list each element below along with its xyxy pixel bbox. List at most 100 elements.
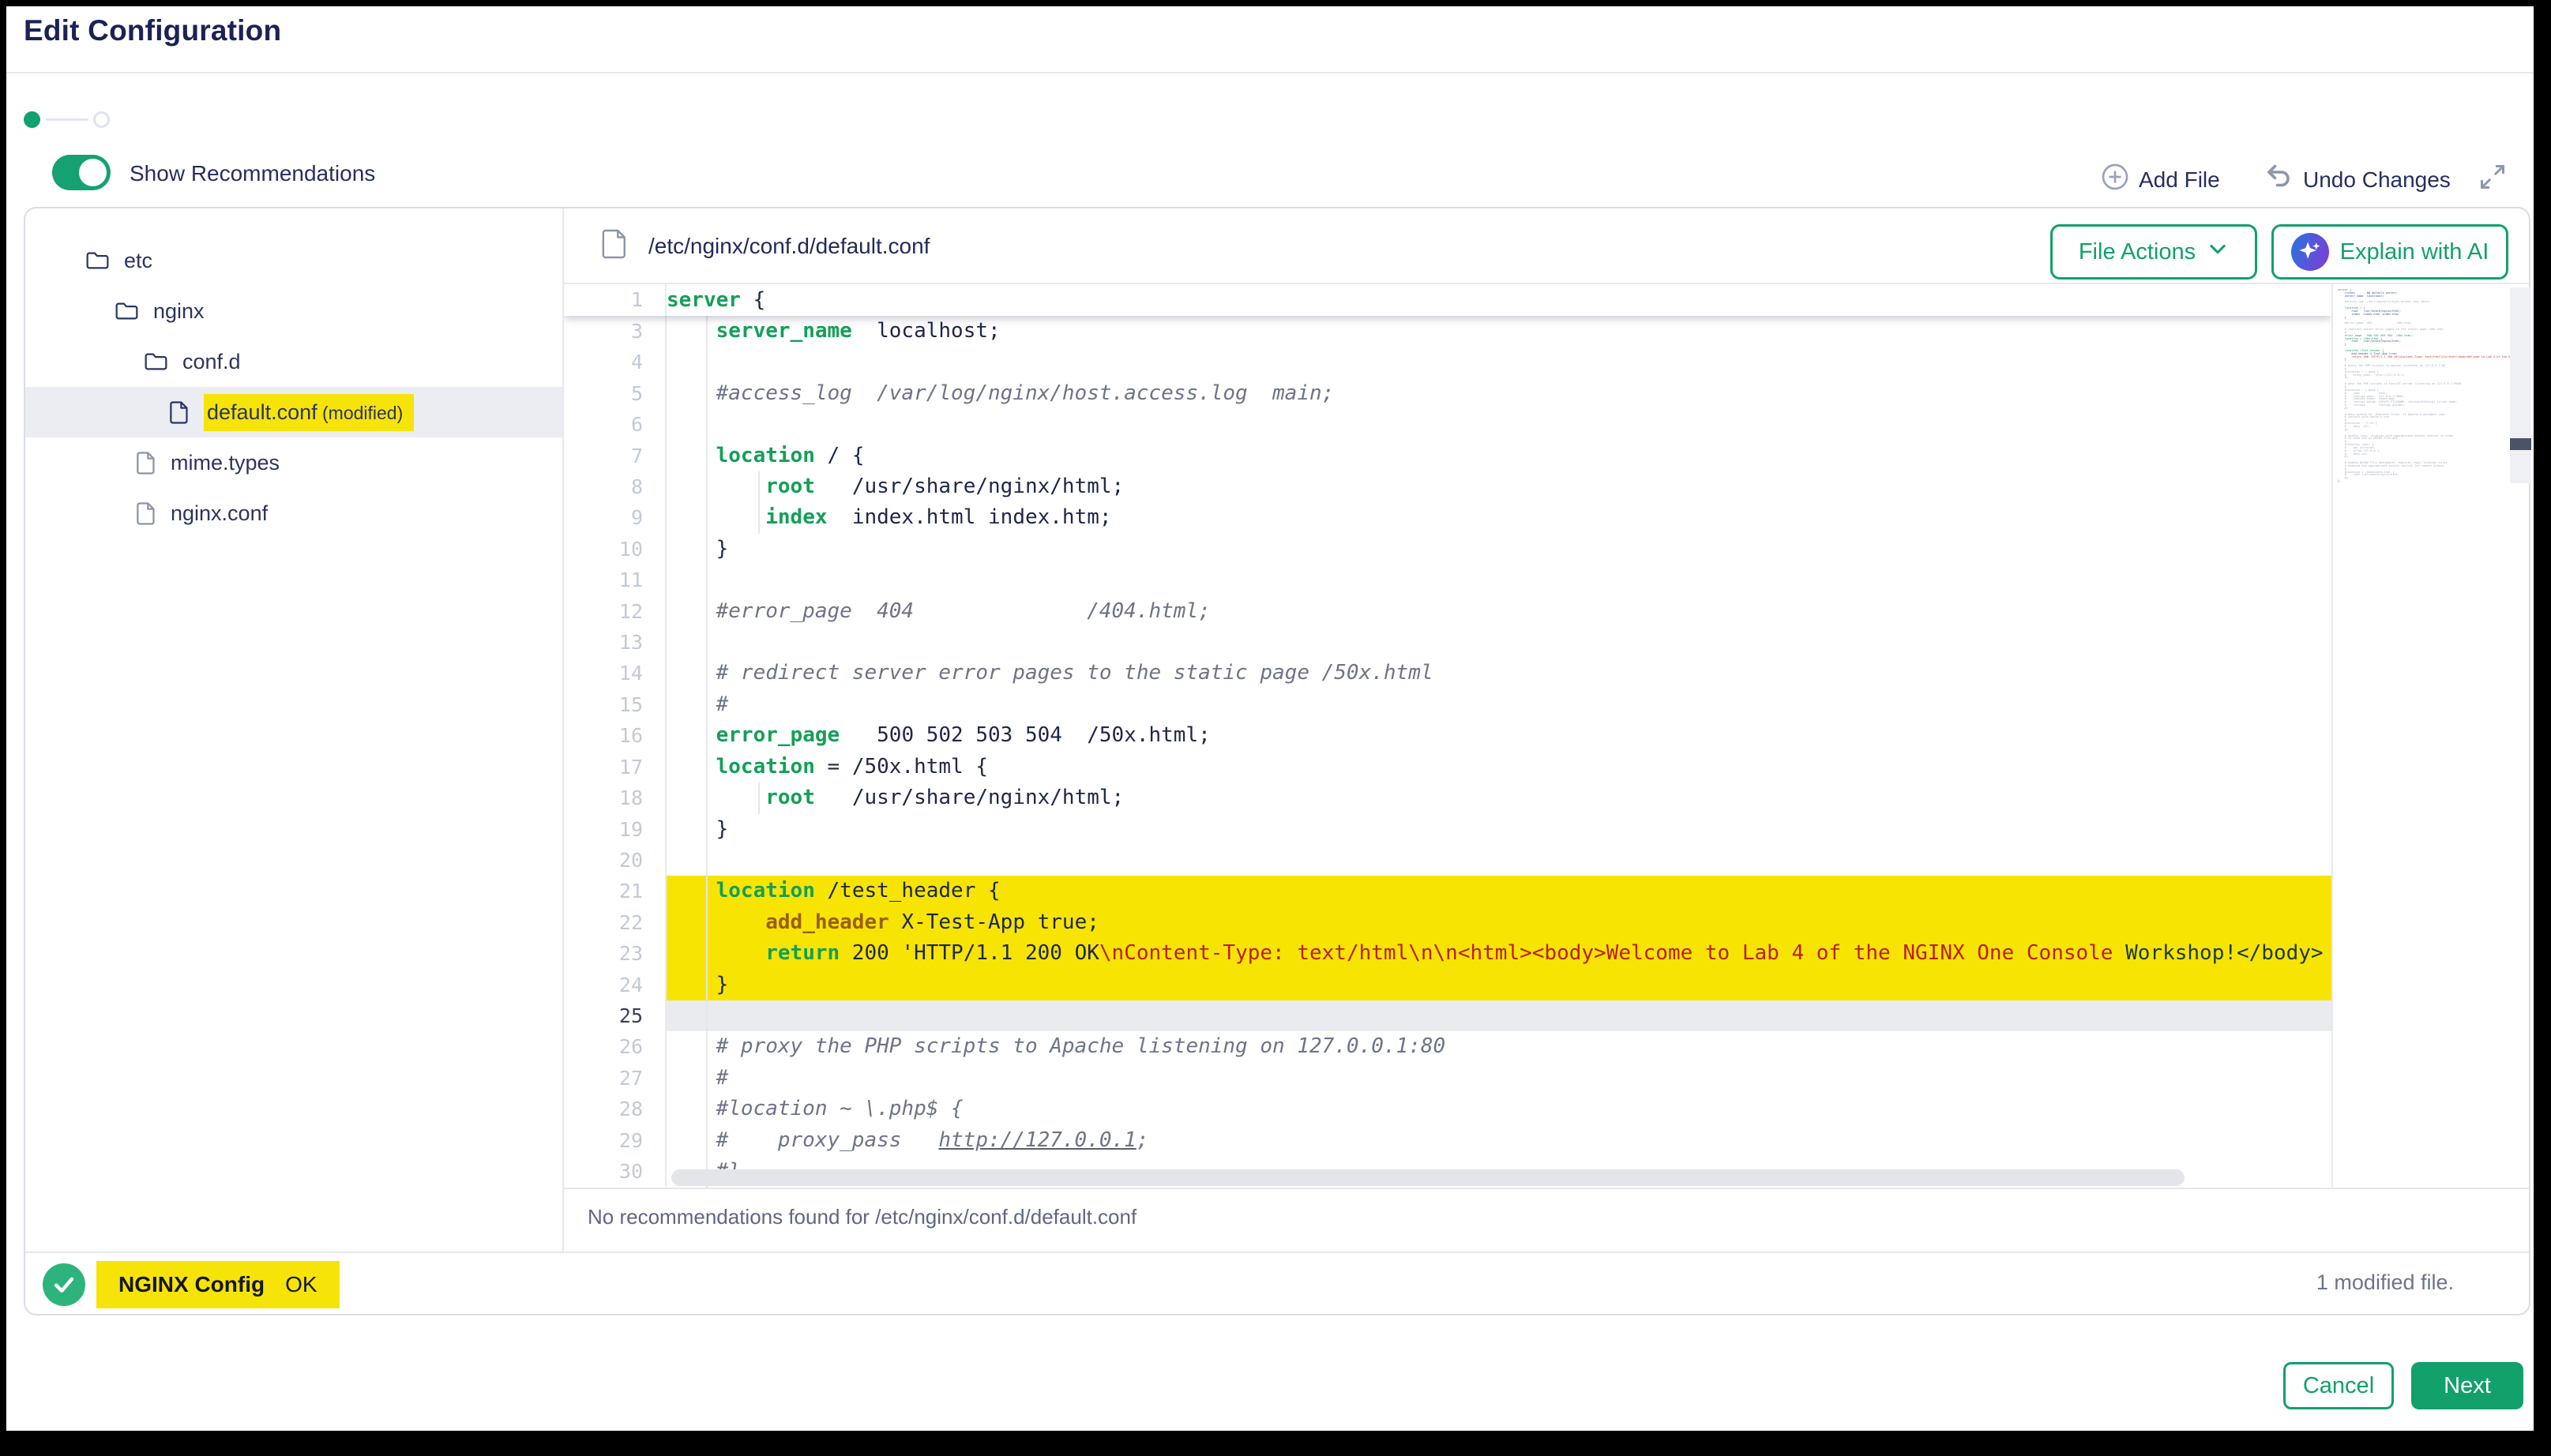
show-recommendations-label: Show Recommendations: [130, 161, 375, 186]
tree-item-label: etc: [124, 249, 152, 273]
code-line-19[interactable]: 19 }: [564, 814, 2331, 845]
code-line-20[interactable]: 20: [564, 845, 2331, 876]
code-text: # proxy the PHP scripts to Apache listen…: [667, 1031, 2331, 1062]
line-number: 4: [564, 347, 667, 377]
screenshot-edge: [0, 0, 6, 1456]
vertical-scrollbar-thumb[interactable]: [2510, 438, 2531, 450]
vertical-scrollbar-track[interactable]: [2510, 287, 2531, 483]
horizontal-scrollbar-thumb[interactable]: [671, 1169, 2185, 1186]
file-icon: [136, 501, 156, 526]
line-number: 3: [564, 316, 667, 347]
code-line-16[interactable]: 16 error_page 500 502 503 504 /50x.html;: [564, 720, 2331, 751]
line-number: 26: [564, 1031, 667, 1062]
tree-item-default.conf[interactable]: default.conf (modified): [25, 387, 562, 437]
explain-with-ai-button[interactable]: Explain with AI: [2271, 224, 2508, 280]
page-title: Edit Configuration: [24, 14, 281, 47]
code-line-24[interactable]: 24 }: [564, 970, 2331, 1000]
code-editor[interactable]: 1server { 3 server_name localhost;45 #ac…: [564, 284, 2331, 1188]
code-text: #: [667, 1063, 2331, 1094]
code-line-25[interactable]: 25: [564, 1000, 2331, 1031]
modified-badge: (modified): [317, 403, 404, 423]
code-text: #error_page 404 /404.html;: [667, 596, 2331, 627]
file-header: /etc/nginx/conf.d/default.conf File Acti…: [564, 208, 2530, 283]
code-line-5[interactable]: 5 #access_log /var/log/nginx/host.access…: [564, 378, 2331, 409]
line-number: 5: [564, 378, 667, 409]
code-line-14[interactable]: 14 # redirect server error pages to the …: [564, 658, 2331, 689]
code-text: #location ~ \.php$ {: [667, 1094, 2331, 1124]
divider: [564, 1188, 2529, 1189]
file-actions-button[interactable]: File Actions: [2050, 224, 2257, 280]
explain-with-ai-label: Explain with AI: [2340, 239, 2489, 265]
code-text: location = /50x.html {: [667, 752, 2331, 782]
folder-icon: [85, 250, 110, 272]
next-button[interactable]: Next: [2411, 1362, 2523, 1409]
code-line-13[interactable]: 13: [564, 627, 2331, 658]
code-line-1[interactable]: 1server {: [564, 284, 2331, 316]
tree-item-mime.types[interactable]: mime.types: [25, 437, 562, 488]
tree-item-etc[interactable]: etc: [25, 235, 562, 286]
screenshot-edge: [2534, 0, 2551, 1456]
code-line-17[interactable]: 17 location = /50x.html {: [564, 752, 2331, 782]
code-text: #access_log /var/log/nginx/host.access.l…: [667, 378, 2331, 409]
code-text: # redirect server error pages to the sta…: [667, 658, 2331, 689]
file-actions-label: File Actions: [2079, 239, 2196, 265]
expand-icon[interactable]: [2478, 163, 2507, 195]
line-number: 14: [564, 658, 667, 689]
show-recommendations-toggle[interactable]: [52, 155, 111, 190]
add-file-button[interactable]: Add File: [2101, 163, 2220, 197]
undo-changes-button[interactable]: Undo Changes: [2264, 163, 2451, 197]
code-line-27[interactable]: 27 #: [564, 1063, 2331, 1094]
code-line-11[interactable]: 11: [564, 565, 2331, 595]
code-line-26[interactable]: 26 # proxy the PHP scripts to Apache lis…: [564, 1031, 2331, 1062]
code-line-18[interactable]: 18 root /usr/share/nginx/html;: [564, 782, 2331, 813]
code-line-10[interactable]: 10 }: [564, 534, 2331, 565]
indent-guide: [758, 471, 760, 534]
code-text: #: [667, 689, 2331, 720]
nginx-config-status: OK: [285, 1272, 317, 1297]
line-number: 30: [564, 1156, 667, 1187]
code-line-8[interactable]: 8 root /usr/share/nginx/html;: [564, 471, 2331, 502]
indent-guide: [758, 782, 760, 814]
tree-item-label: nginx.conf: [171, 501, 268, 526]
code-line-15[interactable]: 15 #: [564, 689, 2331, 720]
line-number: 21: [564, 876, 667, 906]
code-text: root /usr/share/nginx/html;: [667, 471, 2331, 502]
code-line-4[interactable]: 4: [564, 347, 2331, 377]
no-recommendations-text: No recommendations found for /etc/nginx/…: [588, 1205, 1136, 1229]
line-number: 28: [564, 1094, 667, 1124]
code-line-6[interactable]: 6: [564, 409, 2331, 440]
toggle-knob: [79, 159, 107, 186]
code-text: }: [667, 814, 2331, 845]
code-line-29[interactable]: 29 # proxy_pass http://127.0.0.1;: [564, 1125, 2331, 1156]
plus-circle-icon: [2101, 163, 2129, 197]
line-number: 10: [564, 534, 667, 565]
nginx-config-label: NGINX Config: [118, 1272, 265, 1297]
code-line-21[interactable]: 21 location /test_header {: [564, 876, 2331, 906]
code-text: location / {: [667, 441, 2331, 471]
tree-item-nginx[interactable]: nginx: [25, 286, 562, 336]
line-number: 20: [564, 845, 667, 876]
line-number: 18: [564, 782, 667, 813]
tree-item-label: mime.types: [171, 451, 280, 475]
code-line-9[interactable]: 9 index index.html index.htm;: [564, 502, 2331, 533]
modified-files-count: 1 modified file.: [2316, 1270, 2454, 1295]
code-text: root /usr/share/nginx/html;: [667, 782, 2331, 813]
tree-item-conf.d[interactable]: conf.d: [25, 336, 562, 387]
minimap[interactable]: server { listen 80 default_server; serve…: [2338, 289, 2524, 486]
tree-item-nginx.conf[interactable]: nginx.conf: [25, 488, 562, 538]
line-number: 16: [564, 720, 667, 751]
code-text: return 200 'HTTP/1.1 200 OK\nContent-Typ…: [667, 938, 2331, 969]
code-line-22[interactable]: 22 add_header X-Test-App true;: [564, 907, 2331, 938]
next-label: Next: [2444, 1373, 2491, 1399]
ai-sparkle-icon: [2291, 233, 2329, 271]
code-text: [667, 845, 2331, 876]
cancel-label: Cancel: [2303, 1373, 2374, 1399]
code-line-3[interactable]: 3 server_name localhost;: [564, 316, 2331, 347]
stepper-step-1-active: [24, 111, 40, 128]
code-line-23[interactable]: 23 return 200 'HTTP/1.1 200 OK\nContent-…: [564, 938, 2331, 969]
code-line-28[interactable]: 28 #location ~ \.php$ {: [564, 1094, 2331, 1124]
tree-item-label: default.conf (modified): [204, 394, 414, 431]
code-line-7[interactable]: 7 location / {: [564, 441, 2331, 471]
code-line-12[interactable]: 12 #error_page 404 /404.html;: [564, 596, 2331, 627]
cancel-button[interactable]: Cancel: [2283, 1362, 2394, 1409]
